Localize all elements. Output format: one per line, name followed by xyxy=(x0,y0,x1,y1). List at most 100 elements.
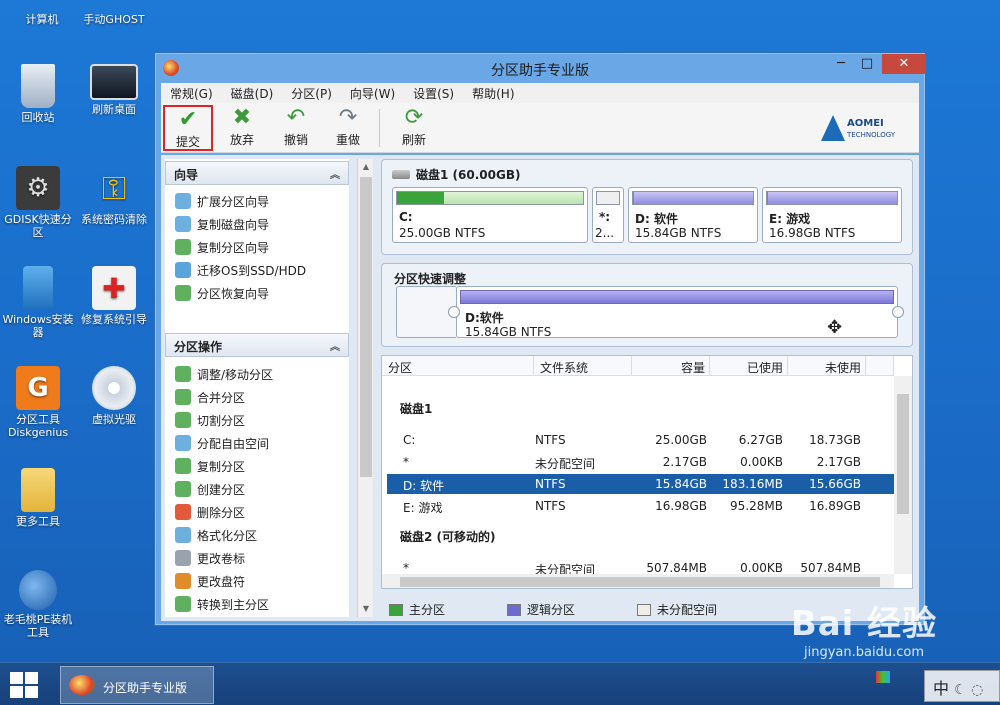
copy-partition-icon xyxy=(175,239,191,255)
partition-card-unallocated[interactable]: *: 2... xyxy=(592,187,624,243)
table-horizontal-scrollbar[interactable] xyxy=(382,574,894,588)
legend-item-primary: 主分区 xyxy=(389,601,445,618)
ops-item-allocate[interactable]: 分配自由空间 xyxy=(175,433,269,453)
split-partition-icon xyxy=(175,412,191,428)
partition-card-c[interactable]: C: 25.00GB NTFS xyxy=(392,187,588,243)
wizard-item-recovery[interactable]: 分区恢复向导 xyxy=(175,283,269,303)
column-header-used[interactable]: 已使用 xyxy=(710,356,788,376)
desktop-icon-label: 更多工具 xyxy=(16,515,60,528)
desktop-icon-password-clear[interactable]: ⚿ 系统密码清除 xyxy=(76,166,152,227)
column-header-filesystem[interactable]: 文件系统 xyxy=(534,356,632,376)
collapse-chevron-icon[interactable]: ︽ xyxy=(330,338,340,353)
desktop-icon-computer[interactable]: 计算机 xyxy=(4,0,80,26)
ops-item-delete[interactable]: 删除分区 xyxy=(175,502,245,522)
start-button[interactable] xyxy=(10,672,40,698)
change-label-icon xyxy=(175,550,191,566)
title-bar[interactable]: 分区助手专业版 ─ □ ✕ xyxy=(155,53,926,83)
refresh-button[interactable]: ⟳ 刷新 xyxy=(389,105,439,151)
ops-group-title: 分区操作 xyxy=(174,340,223,354)
ops-item-format[interactable]: 格式化分区 xyxy=(175,525,257,545)
desktop-icon-refresh-desktop[interactable]: 刷新桌面 xyxy=(76,64,152,116)
table-row[interactable]: * 未分配空间 2.17GB 0.00KB 2.17GB xyxy=(387,452,895,472)
table-row-selected[interactable]: D: 软件 NTFS 15.84GB 183.16MB 15.66GB xyxy=(387,474,895,494)
maximize-button[interactable]: □ xyxy=(854,54,880,74)
taskbar-app-button[interactable]: 分区助手专业版 xyxy=(60,666,214,704)
ops-item-convert-primary[interactable]: 转换到主分区 xyxy=(175,594,269,614)
menu-wizard[interactable]: 向导(W) xyxy=(341,83,404,103)
scrollbar-thumb[interactable] xyxy=(400,577,880,587)
ops-item-resize[interactable]: 调整/移动分区 xyxy=(175,364,273,384)
partition-size: 2... xyxy=(595,226,615,240)
scrollbar-thumb[interactable] xyxy=(897,394,909,514)
column-header-partition[interactable]: 分区 xyxy=(382,356,534,376)
menu-partition[interactable]: 分区(P) xyxy=(282,83,341,103)
ime-indicator[interactable]: 中 ☾ ◌ xyxy=(924,670,1000,702)
allocate-space-icon xyxy=(175,435,191,451)
wizard-item-label: 复制分区向导 xyxy=(197,240,270,255)
wizard-item-copy-partition[interactable]: 复制分区向导 xyxy=(175,237,269,257)
desktop-icon-label: 刷新桌面 xyxy=(92,103,136,116)
discard-x-icon: ✖ xyxy=(232,105,252,130)
close-button[interactable]: ✕ xyxy=(882,54,926,74)
baidu-watermark: Bai 经验 jingyan.baidu.com xyxy=(764,596,964,660)
resize-handle-right[interactable] xyxy=(892,306,904,318)
move-cursor-icon: ✥ xyxy=(827,317,843,338)
column-header-free[interactable]: 未使用 xyxy=(788,356,866,376)
left-panel-scrollbar[interactable]: ▲ ▼ xyxy=(357,159,373,617)
scroll-down-icon[interactable]: ▼ xyxy=(358,601,374,617)
quick-adjust-free-space[interactable] xyxy=(396,286,456,338)
desktop-icon-gdisk[interactable]: ⚙ GDISK快速分区 xyxy=(0,166,76,239)
redo-label: 重做 xyxy=(335,133,360,147)
desktop-icon-laomaotao[interactable]: 老毛桃PE装机工具 xyxy=(0,570,76,639)
app-window: 分区助手专业版 ─ □ ✕ 常规(G) 磁盘(D) 分区(P) 向导(W) 设置… xyxy=(154,52,926,626)
cell-used: 0.00KB xyxy=(740,561,783,575)
minimize-button[interactable]: ─ xyxy=(828,54,854,74)
scroll-up-icon[interactable]: ▲ xyxy=(358,159,374,175)
desktop-icon-windows-installer[interactable]: Windows安装器 xyxy=(0,266,76,339)
ops-item-merge[interactable]: 合并分区 xyxy=(175,387,245,407)
desktop-icon-virtual-drive[interactable]: 虚拟光驱 xyxy=(76,366,152,426)
wizard-item-migrate-os[interactable]: 迁移OS到SSD/HDD xyxy=(175,260,306,280)
desktop-icon-repair-boot[interactable]: ✚ 修复系统引导 xyxy=(76,266,152,326)
desktop-icon-recycle-bin[interactable]: 回收站 xyxy=(0,64,76,124)
desktop-icon-ghost[interactable]: 手动GHOST xyxy=(76,0,152,26)
tray-network-icon[interactable] xyxy=(876,671,890,683)
desktop-icon-label: Windows安装器 xyxy=(2,313,74,339)
resize-handle-left[interactable] xyxy=(448,306,460,318)
wizard-group-header[interactable]: 向导 ︽ xyxy=(165,161,349,185)
ops-group-header[interactable]: 分区操作 ︽ xyxy=(165,333,349,357)
table-row[interactable]: C: NTFS 25.00GB 6.27GB 18.73GB xyxy=(387,430,895,450)
menu-help[interactable]: 帮助(H) xyxy=(463,83,523,103)
ops-item-drive-letter[interactable]: 更改盘符 xyxy=(175,571,245,591)
desktop-icon-diskgenius[interactable]: G 分区工具Diskgenius xyxy=(0,366,76,439)
quick-adjust-partition[interactable]: D:软件 15.84GB NTFS ✥ xyxy=(456,286,898,339)
menu-settings[interactable]: 设置(S) xyxy=(404,83,463,103)
discard-button[interactable]: ✖ 放弃 xyxy=(217,105,267,151)
collapse-chevron-icon[interactable]: ︽ xyxy=(330,166,340,181)
menu-general[interactable]: 常规(G) xyxy=(161,83,222,103)
copy-partition-icon xyxy=(175,458,191,474)
partition-usage-fill xyxy=(767,192,769,204)
scrollbar-thumb[interactable] xyxy=(360,177,372,477)
legend-swatch xyxy=(507,603,522,616)
table-vertical-scrollbar[interactable] xyxy=(894,376,912,574)
ops-item-split[interactable]: 切割分区 xyxy=(175,410,245,430)
ops-item-label[interactable]: 更改卷标 xyxy=(175,548,245,568)
desktop-icon-more-tools[interactable]: 更多工具 xyxy=(0,468,76,528)
partition-card-d[interactable]: D: 软件 15.84GB NTFS xyxy=(628,187,758,243)
ops-item-copy[interactable]: 复制分区 xyxy=(175,456,245,476)
partition-card-e[interactable]: E: 游戏 16.98GB NTFS xyxy=(762,187,902,243)
recycle-bin-icon xyxy=(21,64,55,108)
ops-item-create[interactable]: 创建分区 xyxy=(175,479,245,499)
cell-partition: E: 游戏 xyxy=(403,501,443,515)
watermark-brand: Bai 经验 xyxy=(790,604,938,644)
table-row[interactable]: E: 游戏 NTFS 16.98GB 95.28MB 16.89GB xyxy=(387,496,895,516)
wizard-item-extend[interactable]: 扩展分区向导 xyxy=(175,191,269,211)
column-header-capacity[interactable]: 容量 xyxy=(632,356,710,376)
undo-button[interactable]: ↶ 撤销 xyxy=(271,105,321,151)
copy-disk-icon xyxy=(175,216,191,232)
commit-button[interactable]: ✔ 提交 xyxy=(163,105,213,151)
redo-button[interactable]: ↷ 重做 xyxy=(323,105,373,151)
wizard-item-copy-disk[interactable]: 复制磁盘向导 xyxy=(175,214,269,234)
menu-disk[interactable]: 磁盘(D) xyxy=(222,83,283,103)
